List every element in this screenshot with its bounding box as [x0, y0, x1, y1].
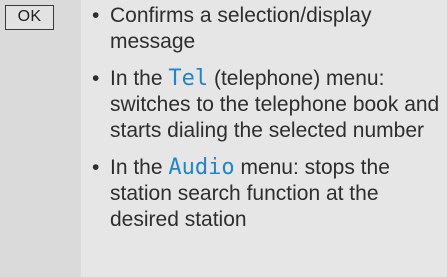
list-item-confirm: • Confirms a selection/display message	[92, 3, 442, 55]
ok-button-symbol: OK	[5, 5, 54, 30]
bullet: •	[92, 67, 100, 90]
list-item-audio-menu: • In the Audio menu: stops the station s…	[92, 155, 442, 233]
item-prefix: In the	[110, 67, 169, 90]
manual-page: OK • Confirms a selection/display messag…	[0, 0, 447, 277]
menu-name-tel: Tel	[168, 66, 209, 91]
bullet: •	[92, 4, 100, 27]
item-prefix: In the	[110, 156, 169, 179]
list-item-tel-menu: • In the Tel (telephone) menu: switches …	[92, 66, 442, 144]
bullet: •	[92, 156, 100, 179]
menu-name-audio: Audio	[168, 155, 235, 180]
key-column: OK	[0, 0, 81, 277]
function-description-list: • Confirms a selection/display message •…	[92, 3, 442, 233]
item-text: Confirms a selection/display message	[110, 4, 372, 53]
